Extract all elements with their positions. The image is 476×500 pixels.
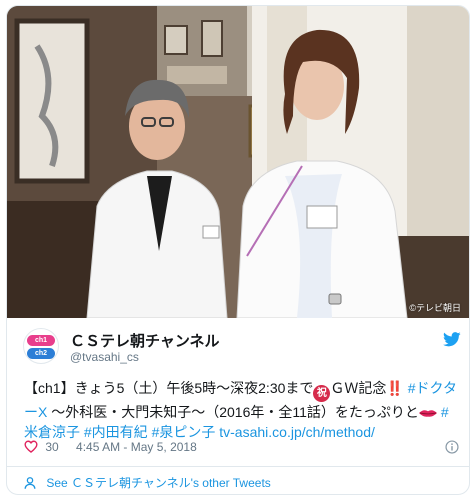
- lips-emoji: [418, 410, 437, 417]
- tweet-text: 【ch1】きょう5（土）午後5時～深夜2:30まで祝 ＧＷ記念‼️ #ドクターX …: [24, 378, 460, 442]
- author-handle[interactable]: @tvasahi_cs: [70, 350, 139, 364]
- avatar-badge-ch2: ch2: [27, 348, 55, 359]
- avatar[interactable]: ch1 ch2: [23, 328, 59, 364]
- see-other-tweets-label: See ＣＳテレ朝チャンネル's other Tweets: [46, 475, 271, 490]
- twitter-bird-icon[interactable]: [443, 332, 461, 347]
- heart-icon[interactable]: [24, 440, 38, 454]
- see-other-tweets-link[interactable]: See ＣＳテレ朝チャンネル's other Tweets: [23, 472, 271, 492]
- tweet-text-segment: ～外科医・大門未知子～（2016年・全11話）をたっぷりと: [51, 404, 419, 420]
- tweet-card[interactable]: ©テレビ朝日 ch1 ch2 ＣＳテレ朝チャンネル @tvasahi_cs 【c…: [6, 5, 470, 495]
- photo-scene: [7, 6, 469, 318]
- tweet-url-link[interactable]: tv-asahi.co.jp/ch/method/: [219, 424, 375, 440]
- tweet-text-segment: 【ch1】きょう5（土）午後5時～深夜2:30まで: [24, 380, 314, 396]
- person-icon: [24, 476, 36, 489]
- photo-watermark: ©テレビ朝日: [409, 303, 461, 313]
- tweet-text-segment: ＧＷ記念: [330, 380, 387, 396]
- iwai-emoji: 祝: [313, 385, 331, 402]
- card-divider: [7, 466, 469, 467]
- tweet-photo[interactable]: ©テレビ朝日: [7, 6, 469, 318]
- author-display-name[interactable]: ＣＳテレ朝チャンネル: [70, 330, 220, 351]
- tweet-timestamp[interactable]: 4:45 AM - May 5, 2018: [76, 440, 197, 454]
- double-exclamation-emoji: ‼️: [386, 380, 404, 396]
- like-count[interactable]: 30: [45, 440, 58, 454]
- avatar-badge-ch1: ch1: [27, 335, 55, 346]
- tweet-meta: 30 4:45 AM - May 5, 2018: [24, 439, 197, 455]
- info-icon[interactable]: [445, 440, 459, 454]
